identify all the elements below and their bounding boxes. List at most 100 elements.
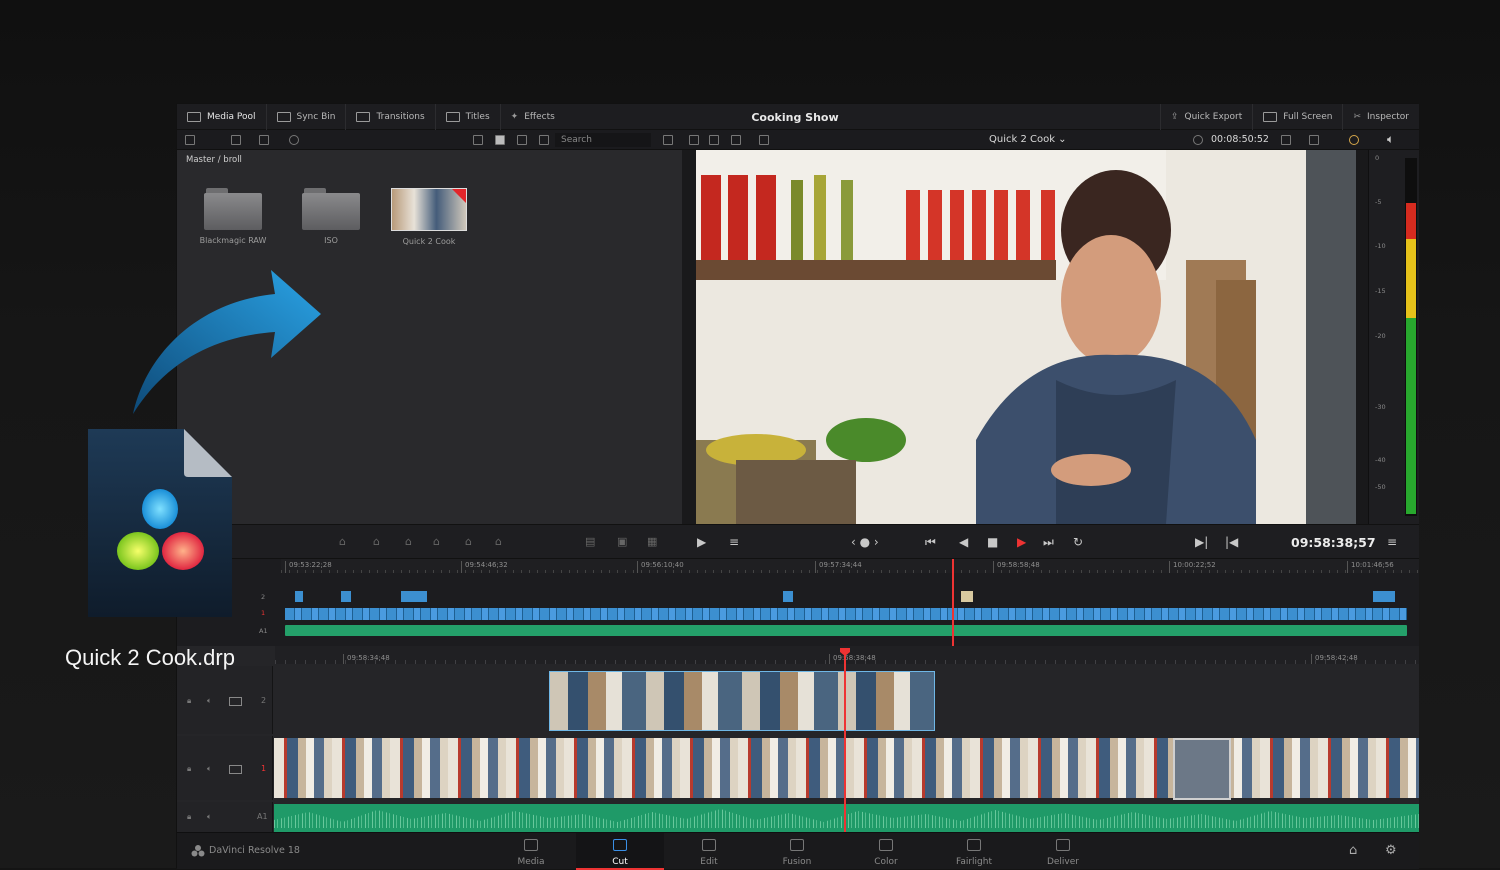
audio-meter: 0 -5 -10 -15 -20 -30 -40 -50: [1368, 150, 1419, 524]
list-view-icon[interactable]: [539, 135, 549, 145]
upper-timeline[interactable]: 09:53:22;28 09:54:46;32 09:56:10;40 09:5…: [177, 559, 1419, 646]
upper-playhead[interactable]: [952, 559, 954, 646]
upper-timeline-ruler[interactable]: 09:53:22;28 09:54:46;32 09:56:10;40 09:5…: [281, 559, 1419, 573]
lower-playhead[interactable]: [844, 650, 846, 832]
reverse-icon[interactable]: ◀: [959, 535, 968, 549]
search-input[interactable]: Search: [555, 133, 651, 147]
page-fusion[interactable]: Fusion: [753, 833, 841, 870]
davinci-resolve-window: Media Pool Sync Bin Transitions Titles ✦…: [176, 103, 1419, 870]
fairlight-page-icon: [967, 839, 981, 851]
inspector-button[interactable]: ✂ Inspector: [1342, 104, 1419, 130]
audio-icon[interactable]: 🔈︎: [207, 812, 212, 822]
quick-export-button[interactable]: ⇪ Quick Export: [1159, 104, 1252, 130]
drp-file-name: Quick 2 Cook.drp: [65, 645, 235, 670]
panel-toggle-icon[interactable]: [185, 135, 195, 145]
audio-icon[interactable]: 🔈︎: [207, 764, 212, 774]
breadcrumb: Master / broll: [186, 155, 242, 165]
folder-blackmagic-raw[interactable]: Blackmagic RAW: [193, 188, 273, 245]
mark-in-icon[interactable]: ▶|: [1195, 535, 1208, 549]
metadata-view-icon[interactable]: [473, 135, 483, 145]
a1-audio-clip[interactable]: [274, 804, 1419, 832]
full-screen-button[interactable]: Full Screen: [1252, 104, 1342, 130]
zoom-icon[interactable]: [1309, 135, 1319, 145]
drag-arrow-icon: [133, 270, 321, 414]
timeline-quick-2-cook[interactable]: Quick 2 Cook: [389, 188, 469, 246]
v2-clip[interactable]: [783, 591, 793, 602]
track-header-v2: 🔒︎ 🔈︎ 2: [177, 666, 273, 734]
lower-timeline[interactable]: 09:58:34;48 09:58:38;48 09:58:42;48 🔒︎ 🔈…: [177, 646, 1419, 832]
jog-icon[interactable]: ‹ ● ›: [851, 535, 879, 549]
a1-audio-strip[interactable]: [285, 625, 1407, 636]
loop-icon[interactable]: ↻: [1073, 535, 1083, 549]
v2-clip[interactable]: [341, 591, 351, 602]
v1-video-clip[interactable]: [274, 738, 1419, 798]
v2-clip[interactable]: [1373, 591, 1395, 602]
play-icon[interactable]: ▶: [1017, 535, 1026, 549]
monitor-icon[interactable]: [229, 697, 242, 706]
settings-gear-icon[interactable]: ⚙: [1385, 843, 1397, 858]
import-icon[interactable]: [231, 135, 241, 145]
bin-icon[interactable]: [259, 135, 269, 145]
tool-icon[interactable]: ⌂: [495, 535, 502, 548]
folder-icon: [302, 188, 360, 230]
page-media[interactable]: Media: [487, 833, 575, 870]
sync-bin-button[interactable]: Sync Bin: [267, 103, 347, 130]
transition-thumbnail[interactable]: [1173, 738, 1231, 800]
timeline-view-icon[interactable]: [731, 135, 741, 145]
titles-button[interactable]: Titles: [436, 103, 501, 130]
stop-icon[interactable]: ■: [987, 535, 998, 549]
lock-icon[interactable]: 🔒︎: [187, 696, 191, 706]
tool-icon[interactable]: ⌂: [405, 535, 412, 548]
tool-icon[interactable]: ⌂: [465, 535, 472, 548]
media-pool-button[interactable]: Media Pool: [177, 103, 267, 130]
filmstrip-view-icon[interactable]: [517, 135, 527, 145]
tool-icon[interactable]: ⌂: [373, 535, 380, 548]
go-to-start-icon[interactable]: ⏮: [925, 535, 936, 550]
home-icon[interactable]: ⌂: [1349, 843, 1357, 858]
page-deliver[interactable]: Deliver: [1019, 833, 1107, 870]
monitor-icon[interactable]: [229, 765, 242, 774]
safe-area-icon[interactable]: [759, 135, 769, 145]
lock-icon[interactable]: 🔒︎: [187, 812, 191, 822]
page-edit[interactable]: Edit: [665, 833, 753, 870]
source-view-icon[interactable]: [709, 135, 719, 145]
media-page-icon: [524, 839, 538, 851]
background: Media Pool Sync Bin Transitions Titles ✦…: [0, 0, 1500, 870]
tool-icon[interactable]: ⌂: [339, 535, 346, 548]
tool-icon[interactable]: ▣: [617, 535, 627, 548]
video-frame[interactable]: [696, 150, 1356, 524]
page-fairlight[interactable]: Fairlight: [930, 833, 1018, 870]
app-brand-label: DaVinci Resolve 18: [209, 845, 300, 856]
v1-clip-strip[interactable]: [285, 608, 1407, 620]
v2-clip[interactable]: [295, 591, 303, 602]
color-icon[interactable]: [1349, 135, 1359, 145]
page-cut[interactable]: Cut: [576, 833, 664, 870]
transitions-button[interactable]: Transitions: [346, 103, 436, 130]
sort-icon[interactable]: [663, 135, 673, 145]
effects-button[interactable]: ✦ Effects: [501, 104, 565, 130]
v2-clip[interactable]: [401, 591, 427, 602]
titles-icon: [445, 111, 460, 122]
display-icon[interactable]: [1281, 135, 1291, 145]
go-to-end-icon[interactable]: ⏭: [1043, 535, 1054, 550]
v2-clip[interactable]: [961, 591, 973, 602]
mark-out-icon[interactable]: |◀: [1225, 535, 1238, 549]
thumbnail-view-icon[interactable]: [495, 135, 505, 145]
tool-icon[interactable]: ▤: [585, 535, 595, 548]
tool-icon[interactable]: ▦: [647, 535, 657, 548]
v2-video-clip[interactable]: [549, 671, 935, 731]
tool-icon[interactable]: ⌂: [433, 535, 440, 548]
menu-icon[interactable]: ≡: [1387, 535, 1397, 549]
audio-icon[interactable]: 🔈︎: [207, 696, 212, 706]
timeline-options-icon[interactable]: ▶︎: [697, 535, 706, 549]
sync-icon[interactable]: [289, 135, 299, 145]
meter-level-bar: [1405, 158, 1417, 516]
viewer-clip-selector[interactable]: Quick 2 Cook ⌄: [989, 134, 1067, 145]
page-color[interactable]: Color: [842, 833, 930, 870]
lock-icon[interactable]: 🔒︎: [187, 764, 191, 774]
folder-iso[interactable]: ISO: [291, 188, 371, 245]
timeline-flag-icon: [452, 189, 466, 203]
viewer-mode-icon[interactable]: [689, 135, 699, 145]
settings-sliders-icon[interactable]: ≡: [729, 535, 739, 549]
speaker-icon[interactable]: 🔈︎: [1387, 132, 1394, 147]
